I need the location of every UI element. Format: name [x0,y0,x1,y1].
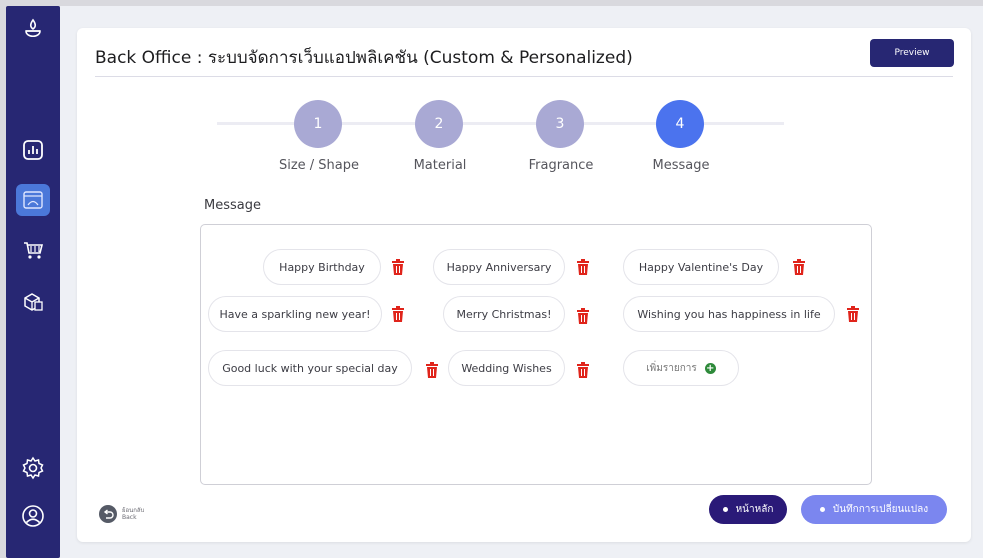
message-list: Happy Birthday Happy Anniversary Happy V… [200,224,872,485]
message-pill[interactable]: Happy Valentine's Day [623,249,779,285]
trash-icon[interactable] [425,362,439,378]
step-2-circle[interactable]: 2 [415,100,463,148]
save-label: บันทึกการเปลี่ยนแปลง [832,504,929,515]
preview-button[interactable]: Preview [870,39,954,67]
plus-icon: + [704,362,716,374]
back-label-en: Back [122,514,137,521]
step-1-circle[interactable]: 1 [294,100,342,148]
main-card: Back Office : ระบบจัดการเว็บแอปพลิเคชัน … [77,28,971,542]
message-pill[interactable]: Have a sparkling new year! [208,296,382,332]
trash-icon[interactable] [846,306,860,322]
dot-icon [819,507,825,512]
step-1-label: Size / Shape [278,158,360,173]
trash-icon[interactable] [792,259,806,275]
message-pill[interactable]: Wishing you has happiness in life [623,296,835,332]
save-changes-button[interactable]: บันทึกการเปลี่ยนแปลง [801,495,947,524]
message-pill[interactable]: Good luck with your special day [208,350,412,386]
trash-icon[interactable] [391,306,405,322]
section-label: Message [204,198,261,213]
trash-icon[interactable] [576,362,590,378]
trash-icon[interactable] [391,259,405,275]
step-3-circle[interactable]: 3 [536,100,584,148]
message-pill[interactable]: Wedding Wishes [448,350,565,386]
trash-icon[interactable] [576,308,590,324]
message-pill[interactable]: Happy Birthday [263,249,381,285]
back-arrow-icon [99,505,117,523]
add-message-button[interactable]: เพิ่มรายการ + [623,350,739,386]
message-pill[interactable]: Merry Christmas! [443,296,565,332]
sidebar [6,6,60,558]
step-4-circle[interactable]: 4 [656,100,704,148]
dot-icon [722,507,728,512]
home-label: หน้าหลัก [735,504,774,515]
step-4-label: Message [652,158,710,173]
gear-icon[interactable] [17,452,49,484]
back-label-th: ย้อนกลับ [122,507,145,514]
shopping-cart-icon[interactable] [17,234,49,266]
page-title: Back Office : ระบบจัดการเว็บแอปพลิเคชัน … [95,48,633,68]
trash-icon[interactable] [576,259,590,275]
back-button[interactable]: ย้อนกลับ Back [99,505,144,523]
add-message-label: เพิ่มรายการ [646,362,697,374]
web-app-icon[interactable] [16,184,50,216]
user-circle-icon[interactable] [17,500,49,532]
step-2-label: Material [413,158,467,173]
candle-logo-icon[interactable] [17,14,49,46]
boxes-icon[interactable] [17,286,49,318]
step-3-label: Fragrance [528,158,594,173]
home-button[interactable]: หน้าหลัก [709,495,787,524]
message-pill[interactable]: Happy Anniversary [433,249,565,285]
title-divider [95,76,953,77]
bar-chart-icon[interactable] [17,134,49,166]
